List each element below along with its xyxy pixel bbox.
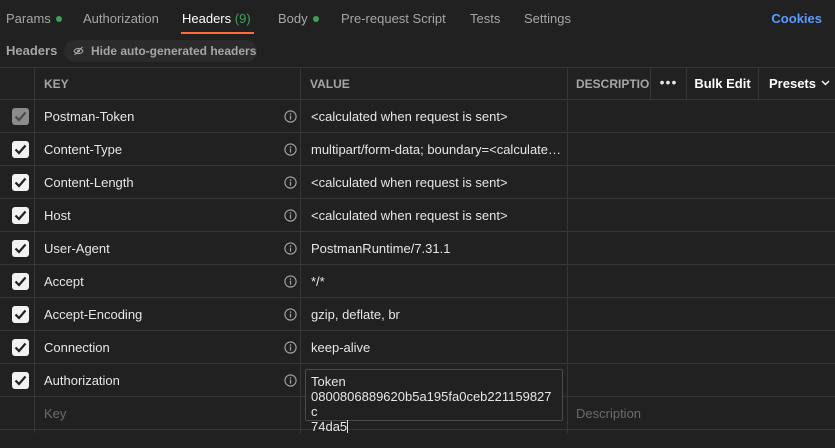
- enable-header-checkbox[interactable]: [12, 306, 29, 323]
- header-value[interactable]: <calculated when request is sent>: [311, 199, 563, 232]
- enable-header-checkbox: [12, 108, 29, 125]
- tab-params[interactable]: Params: [6, 0, 62, 36]
- header-value[interactable]: gzip, deflate, br: [311, 298, 563, 331]
- presets-dropdown[interactable]: Presets: [758, 67, 835, 100]
- enable-header-checkbox[interactable]: [12, 141, 29, 158]
- presets-label: Presets: [769, 76, 816, 91]
- text-cursor: [347, 420, 349, 433]
- tab-settings[interactable]: Settings: [524, 0, 571, 36]
- header-value[interactable]: keep-alive: [311, 331, 563, 364]
- header-value[interactable]: multipart/form-data; boundary=<calculate…: [311, 133, 563, 166]
- enable-header-checkbox[interactable]: [12, 174, 29, 191]
- eye-slash-icon: [73, 46, 84, 56]
- tab-body-label: Body: [278, 11, 308, 26]
- header-key[interactable]: User-Agent: [44, 232, 110, 265]
- enable-header-checkbox[interactable]: [12, 240, 29, 257]
- info-icon[interactable]: [284, 176, 297, 189]
- info-icon[interactable]: [284, 209, 297, 222]
- table-row: User-Agent PostmanRuntime/7.31.1: [0, 232, 835, 265]
- table-row: Content-Type multipart/form-data; boundar…: [0, 133, 835, 166]
- tab-headers-count: (9): [234, 11, 251, 26]
- info-icon[interactable]: [284, 374, 297, 387]
- column-header-description: DESCRIPTIO: [576, 77, 650, 91]
- header-key[interactable]: Accept-Encoding: [44, 298, 142, 331]
- chevron-down-icon: [821, 80, 830, 86]
- enable-header-checkbox[interactable]: [12, 339, 29, 356]
- table-row: Content-Length <calculated when request i…: [0, 166, 835, 199]
- checkmark-icon: [14, 111, 27, 122]
- checkmark-icon: [14, 177, 27, 188]
- info-icon[interactable]: [284, 308, 297, 321]
- header-key[interactable]: Accept: [44, 265, 84, 298]
- editor-line-3-wrap: 74da5: [311, 419, 557, 434]
- editor-line-2: 0800806889620b5a195fa0ceb221159827c: [311, 389, 552, 419]
- checkmark-icon: [14, 342, 27, 353]
- cookies-link[interactable]: Cookies: [771, 0, 822, 37]
- editor-line-3: 74da5: [311, 419, 348, 434]
- info-icon[interactable]: [284, 242, 297, 255]
- header-key[interactable]: Connection: [44, 331, 110, 364]
- table-row: Postman-Token <calculated when request is…: [0, 100, 835, 133]
- bulk-edit-button[interactable]: Bulk Edit: [686, 67, 758, 100]
- tab-body[interactable]: Body: [278, 0, 319, 36]
- table-row: Connection keep-alive: [0, 331, 835, 364]
- tab-prerequest-script[interactable]: Pre-request Script: [341, 0, 446, 36]
- table-row: Accept-Encoding gzip, deflate, br: [0, 298, 835, 331]
- params-indicator-dot: [55, 15, 62, 22]
- header-value[interactable]: PostmanRuntime/7.31.1: [311, 232, 563, 265]
- request-tabs: Params Authorization Headers (9) Body Pr…: [0, 0, 835, 36]
- checkmark-icon: [14, 144, 27, 155]
- info-icon[interactable]: [284, 110, 297, 123]
- enable-header-checkbox[interactable]: [12, 207, 29, 224]
- checkmark-icon: [14, 375, 27, 386]
- editor-line-1: Token: [311, 374, 346, 389]
- header-key[interactable]: Content-Type: [44, 133, 122, 166]
- new-description-input[interactable]: Description: [576, 397, 641, 430]
- checkmark-icon: [14, 309, 27, 320]
- column-header-key: KEY: [44, 77, 69, 91]
- header-key[interactable]: Postman-Token: [44, 100, 134, 133]
- new-key-input[interactable]: Key: [44, 397, 66, 430]
- header-key[interactable]: Content-Length: [44, 166, 134, 199]
- checkmark-icon: [14, 210, 27, 221]
- headers-section-title: Headers: [6, 43, 58, 58]
- info-icon[interactable]: [284, 275, 297, 288]
- tab-params-label: Params: [6, 11, 51, 26]
- table-row: Accept */*: [0, 265, 835, 298]
- enable-header-checkbox[interactable]: [12, 372, 29, 389]
- header-key[interactable]: Host: [44, 199, 71, 232]
- table-row: Host <calculated when request is sent>: [0, 199, 835, 232]
- column-header-value: VALUE: [310, 77, 350, 91]
- hide-auto-generated-headers-label: Hide auto-generated headers: [91, 44, 257, 58]
- body-indicator-dot: [312, 15, 319, 22]
- tab-tests[interactable]: Tests: [470, 0, 500, 36]
- header-value[interactable]: <calculated when request is sent>: [311, 166, 563, 199]
- header-key[interactable]: Authorization: [44, 364, 120, 397]
- more-options-button[interactable]: •••: [650, 67, 686, 100]
- info-icon[interactable]: [284, 143, 297, 156]
- header-value[interactable]: <calculated when request is sent>: [311, 100, 563, 133]
- active-tab-underline: [181, 32, 254, 34]
- checkmark-icon: [14, 243, 27, 254]
- authorization-value-editor[interactable]: Token 0800806889620b5a195fa0ceb221159827…: [305, 369, 563, 434]
- tab-headers[interactable]: Headers (9): [182, 0, 251, 36]
- tab-authorization[interactable]: Authorization: [83, 0, 159, 36]
- hide-auto-generated-headers-button[interactable]: Hide auto-generated headers: [64, 40, 257, 62]
- enable-header-checkbox[interactable]: [12, 273, 29, 290]
- tab-headers-label: Headers: [182, 11, 232, 26]
- headers-toolbar: Headers Hide auto-generated headers: [0, 36, 835, 66]
- checkmark-icon: [14, 276, 27, 287]
- info-icon[interactable]: [284, 341, 297, 354]
- header-value[interactable]: */*: [311, 265, 563, 298]
